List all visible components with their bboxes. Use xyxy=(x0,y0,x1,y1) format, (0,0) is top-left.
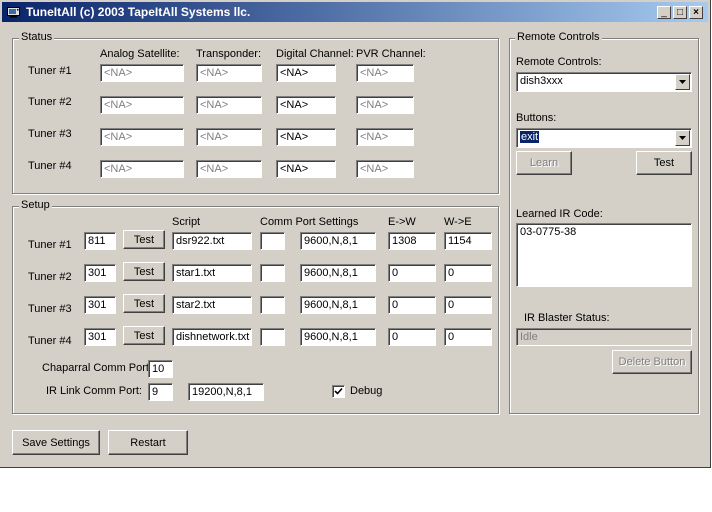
chaparral-comm-port-field[interactable]: 10 xyxy=(148,360,173,378)
col-script: Script xyxy=(172,216,201,228)
tuner-2-transponder: <NA> xyxy=(196,96,262,114)
tuner-3-transponder: <NA> xyxy=(196,128,262,146)
remote-controls-dropdown[interactable]: dish3xxx xyxy=(516,72,692,92)
tuner-1-script-field[interactable]: dsr922.txt xyxy=(172,232,252,250)
buttons-value: exit xyxy=(520,131,540,143)
tuner-4-comm-settings-field[interactable]: 9600,N,8,1 xyxy=(300,328,376,346)
tuner-2-analog-satellite: <NA> xyxy=(100,96,184,114)
tuner-3-number-field[interactable]: 301 xyxy=(84,296,116,314)
setup-group-label: Setup xyxy=(19,199,52,211)
main-window: TuneItAll (c) 2003 TapeItAll Systems llc… xyxy=(0,0,711,468)
tuner-3-comm-settings-field[interactable]: 9600,N,8,1 xyxy=(300,296,376,314)
checkmark-icon xyxy=(334,387,343,395)
tuner-1-w-e-field[interactable]: 1154 xyxy=(444,232,492,250)
save-settings-button[interactable]: Save Settings xyxy=(12,430,100,455)
status-tuner-4-label: Tuner #4 xyxy=(28,160,72,172)
minimize-button[interactable]: _ xyxy=(657,6,671,19)
remote-controls-value: dish3xxx xyxy=(520,75,563,87)
window-title: TuneItAll (c) 2003 TapeItAll Systems llc… xyxy=(26,5,251,19)
ir-link-comm-port-label: IR Link Comm Port: xyxy=(46,385,142,397)
close-button[interactable]: × xyxy=(689,6,703,19)
status-tuner-3-label: Tuner #3 xyxy=(28,128,72,140)
restart-button[interactable]: Restart xyxy=(108,430,188,455)
remote-controls-group-label: Remote Controls xyxy=(515,31,602,43)
chevron-down-icon[interactable] xyxy=(675,130,690,146)
setup-tuner-1-label: Tuner #1 xyxy=(28,239,72,251)
tuner-2-pvr-channel: <NA> xyxy=(356,96,414,114)
chaparral-comm-port-label: Chaparral Comm Port: xyxy=(42,362,153,374)
setup-tuner-3-label: Tuner #3 xyxy=(28,303,72,315)
tuner-3-e-w-field[interactable]: 0 xyxy=(388,296,436,314)
title-bar[interactable]: TuneItAll (c) 2003 TapeItAll Systems llc… xyxy=(2,2,708,22)
tuner-1-e-w-field[interactable]: 1308 xyxy=(388,232,436,250)
ir-blaster-status-label: IR Blaster Status: xyxy=(524,312,610,324)
col-comm-port-settings: Comm Port Settings xyxy=(260,216,359,228)
tuner-2-script-field[interactable]: star1.txt xyxy=(172,264,252,282)
learn-button[interactable]: Learn xyxy=(516,151,572,175)
tuner-1-comm-settings-field[interactable]: 9600,N,8,1 xyxy=(300,232,376,250)
tuner-4-script-field[interactable]: dishnetwork.txt xyxy=(172,328,252,346)
delete-button-button[interactable]: Delete Button xyxy=(612,350,692,374)
debug-label: Debug xyxy=(350,385,383,397)
tuner-1-test-button[interactable]: Test xyxy=(123,230,165,249)
status-tuner-2-label: Tuner #2 xyxy=(28,96,72,108)
tuner-4-test-button[interactable]: Test xyxy=(123,326,165,345)
col-transponder: Transponder: xyxy=(196,48,262,60)
tuner-4-port-field[interactable] xyxy=(260,328,285,346)
tuner-4-w-e-field[interactable]: 0 xyxy=(444,328,492,346)
tuner-4-transponder: <NA> xyxy=(196,160,262,178)
tuner-4-analog-satellite: <NA> xyxy=(100,160,184,178)
tuner-2-port-field[interactable] xyxy=(260,264,285,282)
chevron-down-icon[interactable] xyxy=(675,74,690,90)
col-analog-satellite: Analog Satellite: xyxy=(100,48,180,60)
tuner-1-pvr-channel: <NA> xyxy=(356,64,414,82)
setup-tuner-4-label: Tuner #4 xyxy=(28,335,72,347)
ir-link-comm-port-field[interactable]: 9 xyxy=(148,383,173,401)
tuner-4-digital-channel: <NA> xyxy=(276,160,336,178)
remote-controls-label: Remote Controls: xyxy=(516,56,602,68)
ir-blaster-status-field: Idle xyxy=(516,328,692,346)
tuner-2-number-field[interactable]: 301 xyxy=(84,264,116,282)
tuner-2-comm-settings-field[interactable]: 9600,N,8,1 xyxy=(300,264,376,282)
setup-tuner-2-label: Tuner #2 xyxy=(28,271,72,283)
tuner-1-port-field[interactable] xyxy=(260,232,285,250)
tuner-3-digital-channel: <NA> xyxy=(276,128,336,146)
tuner-3-w-e-field[interactable]: 0 xyxy=(444,296,492,314)
buttons-label: Buttons: xyxy=(516,112,557,124)
learned-ir-code-textarea[interactable]: 03-0775-38 xyxy=(516,223,692,287)
tuner-3-test-button[interactable]: Test xyxy=(123,294,165,313)
buttons-dropdown[interactable]: exit xyxy=(516,128,692,148)
tuner-3-script-field[interactable]: star2.txt xyxy=(172,296,252,314)
remote-test-button[interactable]: Test xyxy=(636,151,692,175)
tuner-3-analog-satellite: <NA> xyxy=(100,128,184,146)
status-group-label: Status xyxy=(19,31,55,43)
tuner-1-transponder: <NA> xyxy=(196,64,262,82)
tv-icon xyxy=(7,6,20,18)
learned-ir-code-label: Learned IR Code: xyxy=(516,208,603,220)
tuner-1-number-field[interactable]: 811 xyxy=(84,232,116,250)
tuner-1-analog-satellite: <NA> xyxy=(100,64,184,82)
col-digital-channel: Digital Channel: xyxy=(276,48,354,60)
tuner-4-pvr-channel: <NA> xyxy=(356,160,414,178)
ir-link-settings-field[interactable]: 19200,N,8,1 xyxy=(188,383,264,401)
tuner-4-number-field[interactable]: 301 xyxy=(84,328,116,346)
tuner-3-pvr-channel: <NA> xyxy=(356,128,414,146)
col-pvr-channel: PVR Channel: xyxy=(356,48,426,60)
tuner-2-w-e-field[interactable]: 0 xyxy=(444,264,492,282)
tuner-2-test-button[interactable]: Test xyxy=(123,262,165,281)
tuner-2-e-w-field[interactable]: 0 xyxy=(388,264,436,282)
tuner-3-port-field[interactable] xyxy=(260,296,285,314)
col-w-e: W->E xyxy=(444,216,472,228)
tuner-2-digital-channel: <NA> xyxy=(276,96,336,114)
debug-checkbox[interactable] xyxy=(332,385,345,398)
col-e-w: E->W xyxy=(388,216,416,228)
tuner-4-e-w-field[interactable]: 0 xyxy=(388,328,436,346)
status-tuner-1-label: Tuner #1 xyxy=(28,65,72,77)
maximize-button[interactable]: □ xyxy=(673,6,687,19)
tuner-1-digital-channel: <NA> xyxy=(276,64,336,82)
